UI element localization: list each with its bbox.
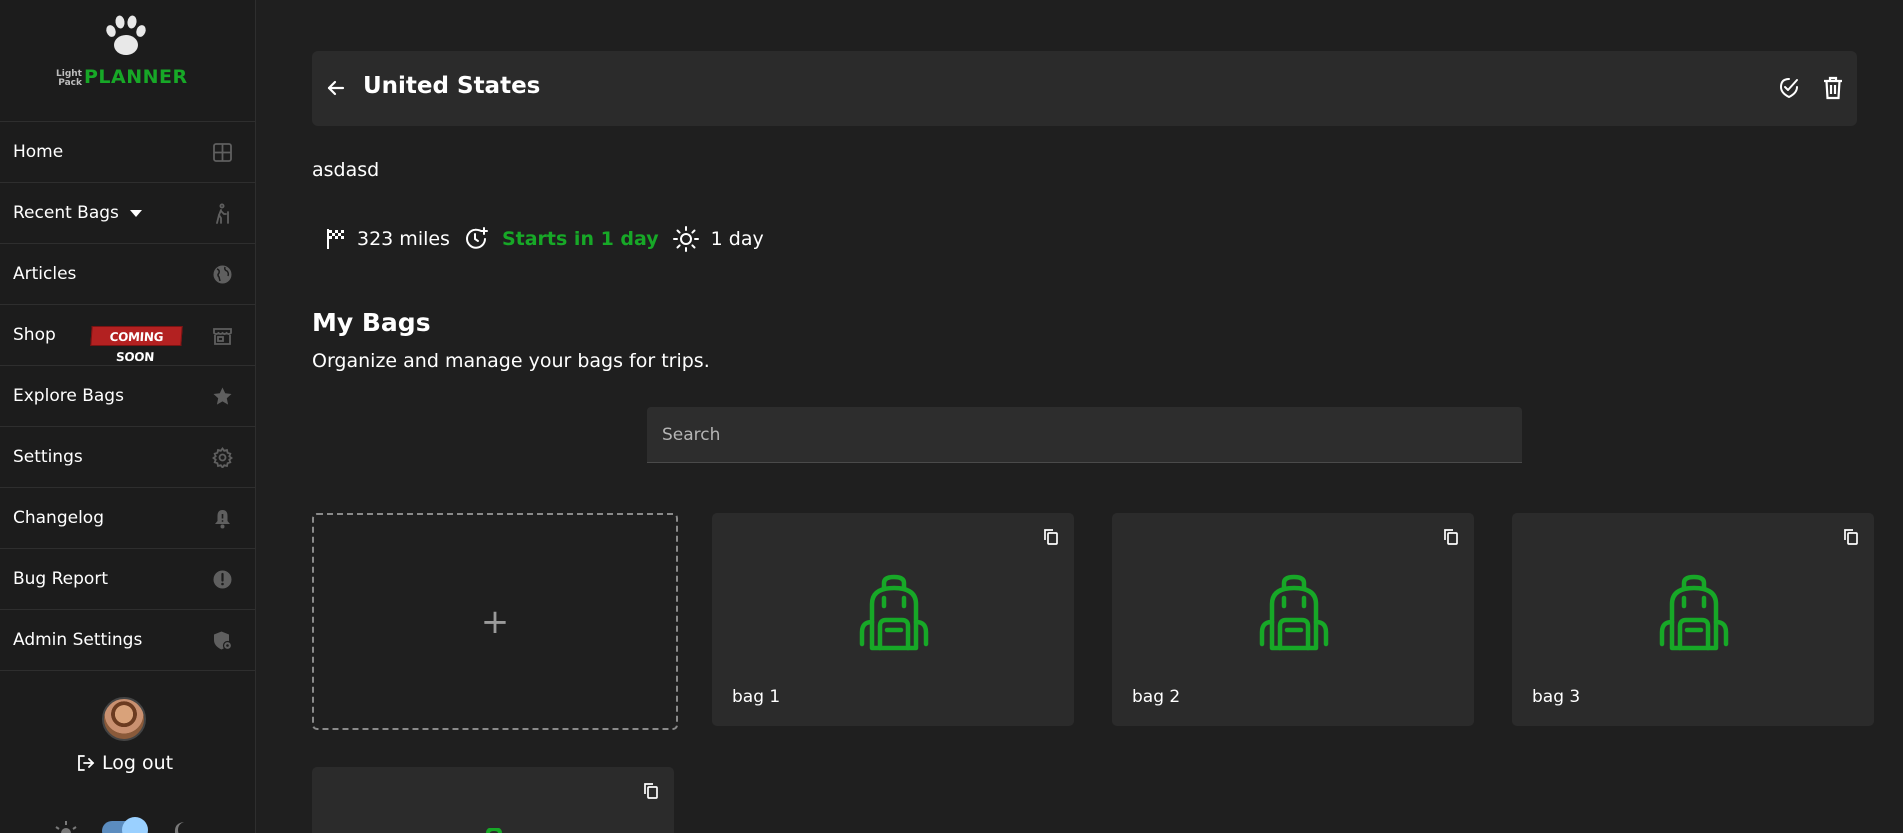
section-title: My Bags [312, 308, 431, 337]
logo-title: PLANNER [84, 66, 188, 88]
backpack-icon [486, 828, 502, 833]
copy-icon[interactable] [1443, 528, 1459, 546]
coming-soon-badge: COMING SOON [90, 326, 183, 364]
sun-icon [55, 821, 77, 833]
sidebar-item-label: Explore Bags [13, 386, 124, 406]
moon-icon [174, 822, 184, 833]
sidebar-item-explore-bags[interactable]: Explore Bags [0, 366, 255, 427]
backpack-icon [859, 574, 929, 651]
logout-button[interactable]: Log out [76, 752, 173, 774]
alert-icon [213, 570, 232, 589]
theme-switcher [52, 815, 202, 833]
trip-header: United States [312, 51, 1857, 126]
sidebar-item-bug-report[interactable]: Bug Report [0, 549, 255, 610]
grid-icon [213, 143, 232, 162]
star-icon [213, 387, 232, 405]
trip-stats: 323 miles Starts in 1 day 1 day [326, 226, 764, 252]
edit-check-icon[interactable] [1777, 76, 1801, 100]
checkered-flag-icon [327, 229, 344, 249]
clock-plus-icon [466, 227, 488, 249]
distance-value: 323 miles [357, 228, 450, 250]
bag-name: bag 3 [1532, 687, 1581, 707]
sidebar-item-recent-bags[interactable]: Recent Bags [0, 183, 255, 244]
sidebar-item-label: Admin Settings [13, 630, 143, 650]
duration-stat: 1 day [672, 226, 764, 252]
sidebar-item-label: Settings [13, 447, 83, 467]
bag-name: bag 2 [1132, 687, 1181, 707]
trip-description: asdasd [312, 159, 380, 181]
paw-logo-icon [106, 15, 146, 55]
copy-icon[interactable] [1843, 528, 1859, 546]
hiker-icon [216, 203, 229, 224]
start-status: Starts in 1 day [501, 228, 659, 250]
theme-toggle[interactable] [102, 817, 148, 833]
sidebar-item-admin-settings[interactable]: Admin Settings [0, 610, 255, 671]
shield-icon [214, 631, 233, 651]
sidebar-item-label: Bug Report [13, 569, 108, 589]
distance-stat: 323 miles [326, 228, 450, 250]
sidebar-item-settings[interactable]: Settings [0, 427, 255, 488]
sidebar-item-changelog[interactable]: Changelog [0, 488, 255, 549]
bag-card[interactable]: bag 1 [712, 513, 1074, 726]
app-logo[interactable]: Light Pack PLANNER [0, 0, 255, 122]
bag-card[interactable] [312, 767, 674, 833]
sun-icon [672, 226, 699, 252]
backpack-icon [1659, 574, 1729, 651]
logout-label: Log out [102, 752, 174, 774]
sidebar: Light Pack PLANNER Home Recent Bags Arti… [0, 0, 256, 833]
duration-value: 1 day [710, 228, 764, 250]
copy-icon[interactable] [1043, 528, 1059, 546]
sidebar-item-label: Articles [13, 264, 77, 284]
sidebar-item-label: Home [13, 142, 64, 162]
avatar[interactable] [102, 697, 146, 741]
back-arrow-icon[interactable] [325, 77, 347, 99]
copy-icon[interactable] [643, 782, 659, 800]
trash-icon[interactable] [1822, 76, 1844, 100]
section-subtitle: Organize and manage your bags for trips. [312, 350, 710, 372]
plus-icon: + [480, 601, 510, 642]
sidebar-item-shop[interactable]: Shop COMING SOON [0, 305, 255, 366]
add-bag-card[interactable]: + [312, 513, 678, 730]
chevron-down-icon[interactable] [129, 209, 142, 217]
store-icon [213, 328, 232, 345]
bell-icon [215, 510, 230, 529]
gear-icon [212, 447, 233, 468]
search-input[interactable] [647, 407, 1522, 463]
toggle-knob [122, 817, 148, 833]
start-stat: Starts in 1 day [464, 226, 659, 252]
bag-name: bag 1 [732, 687, 781, 707]
page-title: United States [363, 73, 541, 99]
sidebar-item-label: Shop [13, 325, 56, 345]
sidebar-item-label: Changelog [13, 508, 105, 528]
bag-card[interactable]: bag 2 [1112, 513, 1474, 726]
bag-card[interactable]: bag 3 [1512, 513, 1874, 726]
backpack-icon [1259, 574, 1329, 651]
sidebar-item-home[interactable]: Home [0, 122, 255, 183]
logo-small-text: Light Pack [56, 69, 82, 88]
logout-icon [78, 755, 95, 771]
sidebar-item-articles[interactable]: Articles [0, 244, 255, 305]
globe-icon [213, 265, 232, 284]
sidebar-item-label: Recent Bags [13, 203, 119, 223]
